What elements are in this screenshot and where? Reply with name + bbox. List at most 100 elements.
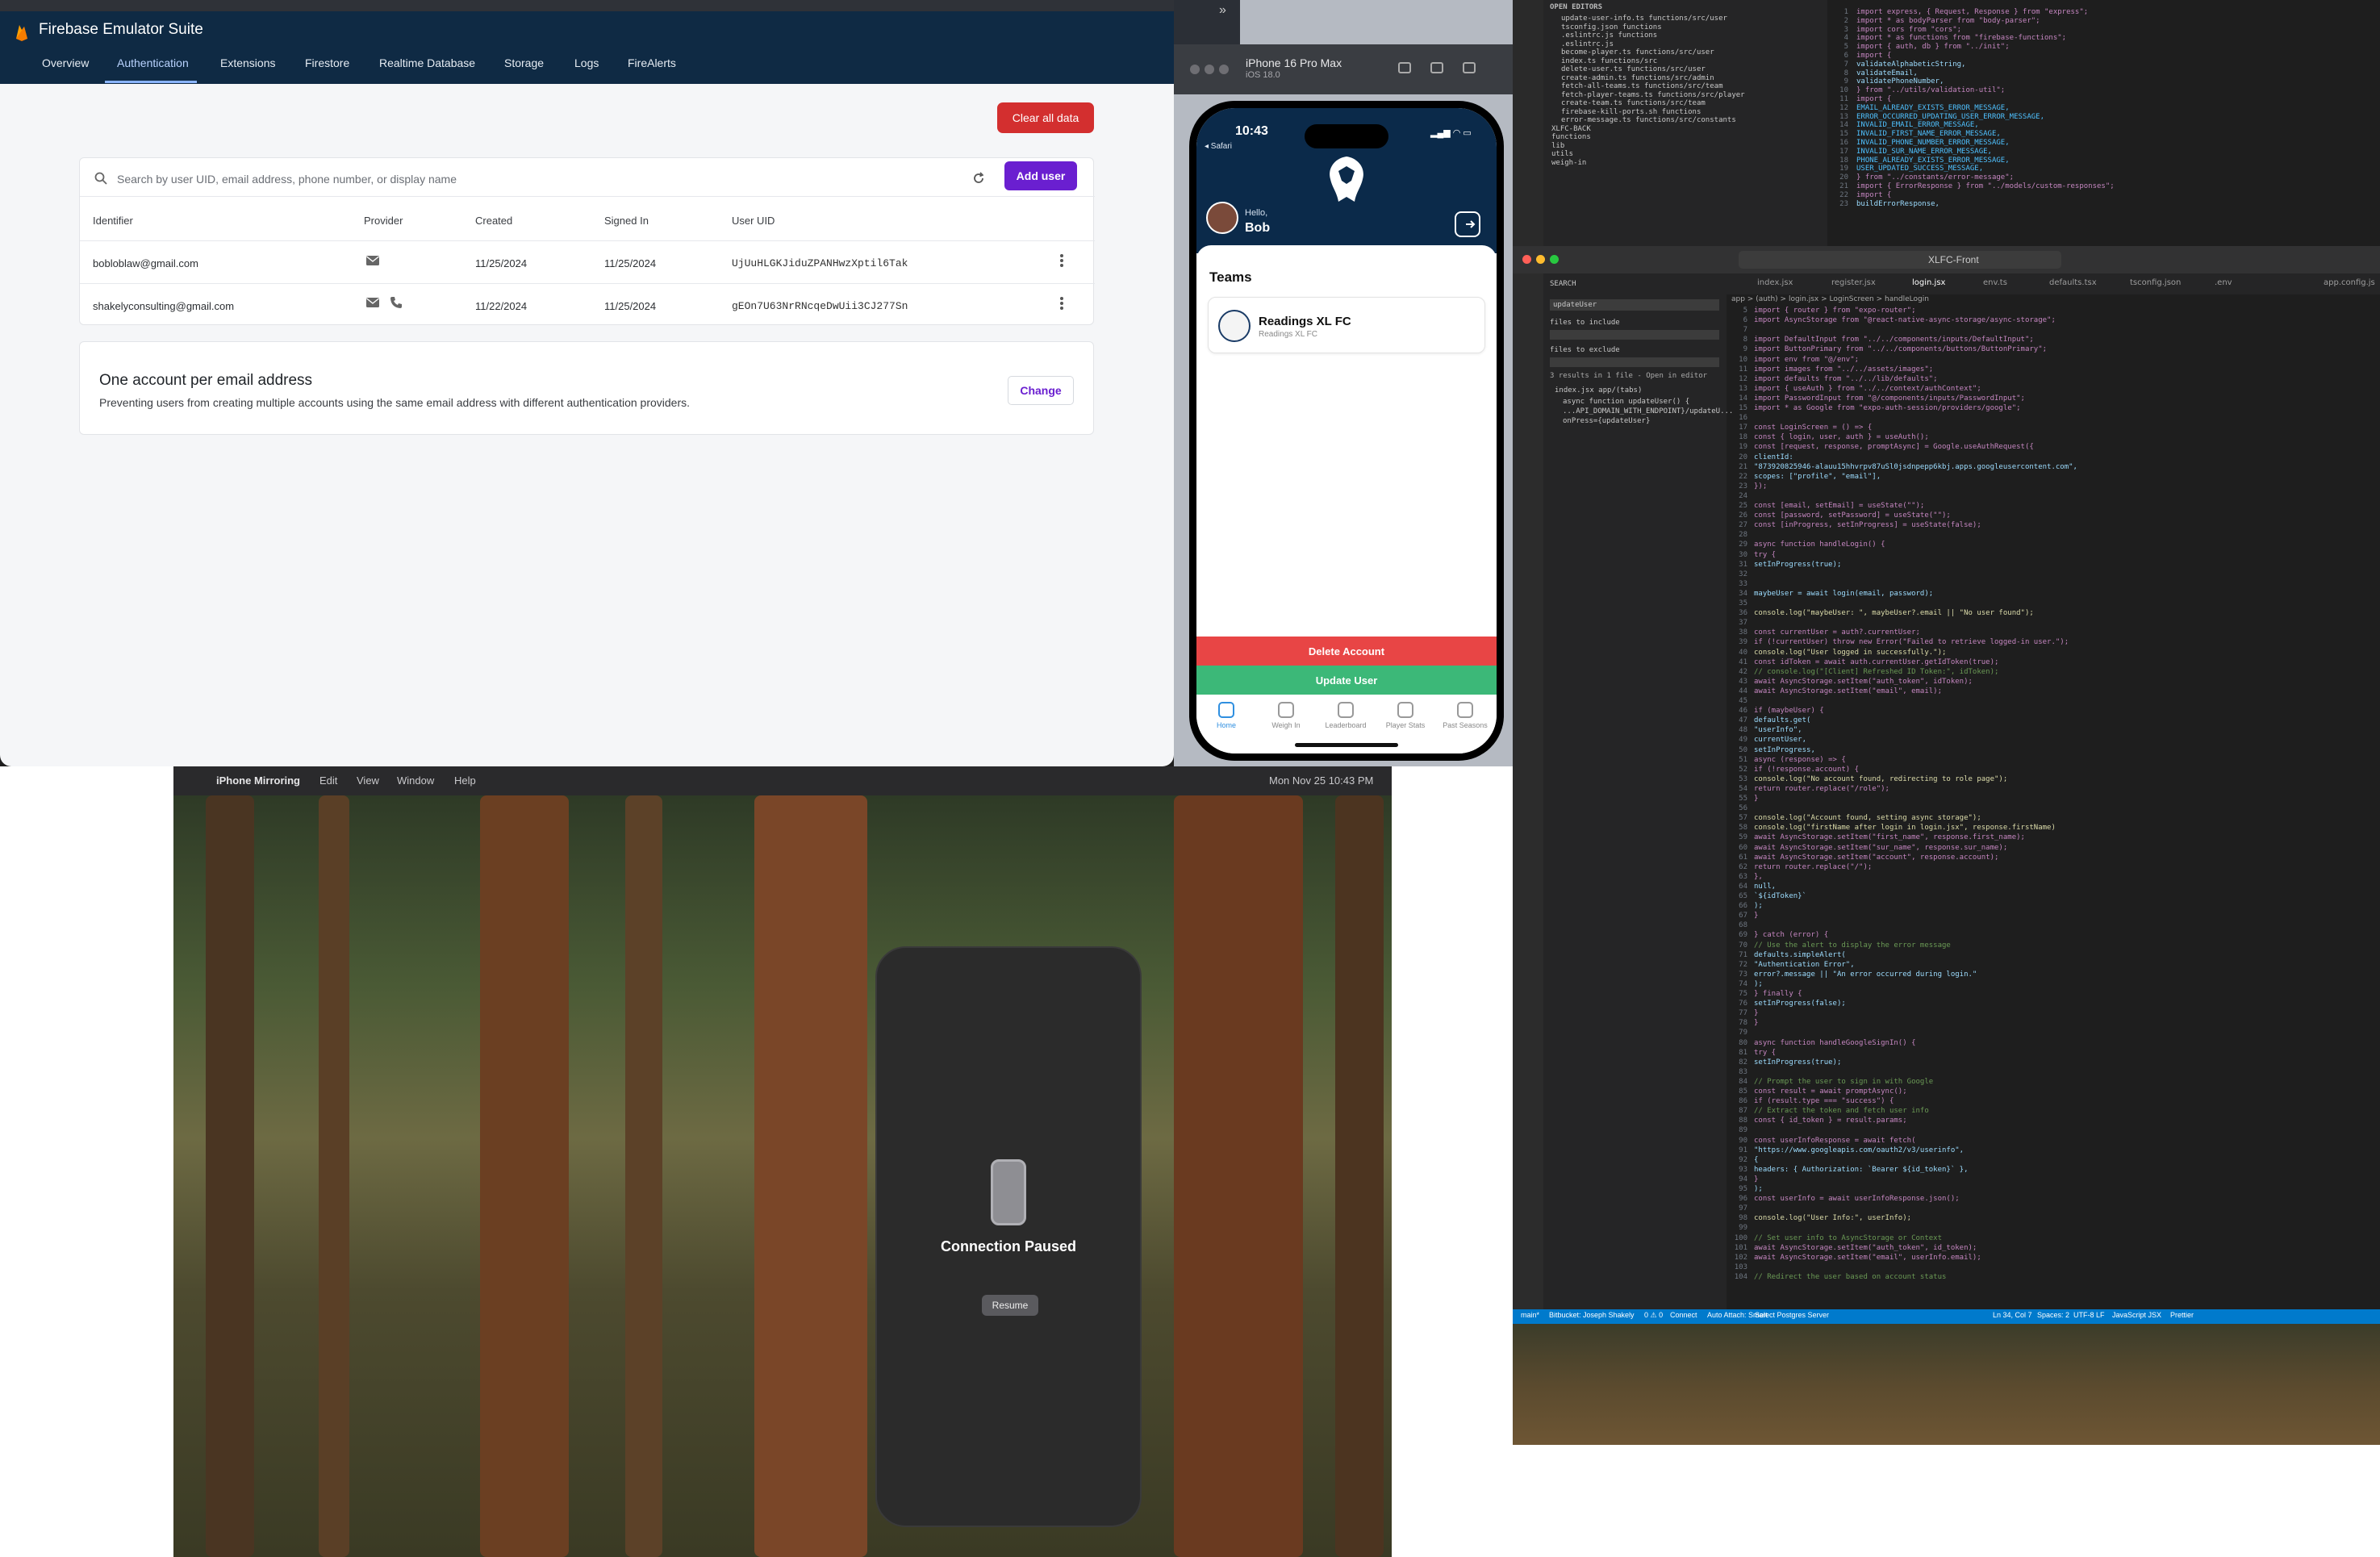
- menu-window[interactable]: Window: [397, 774, 434, 787]
- more-vert-icon[interactable]: [1059, 253, 1064, 269]
- status-item[interactable]: Select Postgres Server: [1755, 1311, 1829, 1319]
- code-editor-main[interactable]: 5 import { router } from "expo-router"; 6 i…: [1727, 307, 2380, 1307]
- back-to-safari-link[interactable]: ◂ Safari: [1205, 142, 1232, 151]
- tab-env-ts[interactable]: env.ts: [1983, 278, 2007, 287]
- explorer-file-item[interactable]: delete-user.ts functions/src/user: [1561, 65, 1706, 73]
- status-item[interactable]: Connect: [1670, 1311, 1697, 1319]
- line-number: 30: [1739, 550, 1747, 559]
- tab-realtime-database[interactable]: Realtime Database: [379, 56, 475, 69]
- status-item[interactable]: JavaScript JSX: [2112, 1311, 2161, 1319]
- files-include-input[interactable]: [1550, 330, 1719, 340]
- line-number: 77: [1739, 1009, 1747, 1018]
- line-number: 3: [1843, 25, 1848, 34]
- explorer-file-item[interactable]: utils: [1551, 150, 1573, 158]
- team-card[interactable]: Readings XL FC Readings XL FC: [1208, 297, 1485, 353]
- status-item[interactable]: UTF-8: [2073, 1311, 2094, 1319]
- tab-firestore[interactable]: Firestore: [305, 56, 349, 69]
- search-result-2[interactable]: ...API_DOMAIN_WITH_ENDPOINT}/updateU...: [1563, 407, 1733, 415]
- menu-help[interactable]: Help: [454, 774, 476, 787]
- close-window-icon[interactable]: [1190, 65, 1200, 74]
- explorer-file-item[interactable]: error-message.ts functions/src/constants: [1561, 116, 1736, 124]
- explorer-file-item[interactable]: become-player.ts functions/src/user: [1561, 48, 1714, 56]
- tab-firealerts[interactable]: FireAlerts: [628, 56, 676, 69]
- breadcrumb[interactable]: app > (auth) > login.jsx > LoginScreen >…: [1731, 295, 1929, 303]
- minimize-window-icon[interactable]: [1205, 65, 1214, 74]
- tab-register-jsx[interactable]: register.jsx: [1831, 278, 1876, 287]
- explorer-file-item[interactable]: update-user-info.ts functions/src/user: [1561, 15, 1727, 23]
- tab-overview[interactable]: Overview: [42, 56, 89, 69]
- line-number: 54: [1739, 784, 1747, 793]
- tab-logs[interactable]: Logs: [574, 56, 599, 69]
- chevron-right-icon[interactable]: »: [1219, 3, 1226, 18]
- nav-weigh-in[interactable]: Weigh In: [1256, 697, 1316, 729]
- refresh-icon[interactable]: [972, 172, 985, 185]
- tab-defaults-tsx[interactable]: defaults.tsx: [2049, 278, 2097, 287]
- search-result-3[interactable]: onPress={updateUser}: [1563, 417, 1650, 425]
- explorer-file-item[interactable]: lib: [1551, 142, 1564, 150]
- explorer-file-item[interactable]: .eslintrc.js: [1561, 40, 1614, 48]
- rotate-icon[interactable]: [1463, 62, 1476, 73]
- tab-env[interactable]: .env: [2215, 278, 2232, 287]
- user-name: Bob: [1245, 221, 1271, 235]
- avatar[interactable]: [1206, 202, 1238, 234]
- more-vert-icon[interactable]: [1059, 295, 1064, 311]
- tab-authentication[interactable]: Authentication: [117, 56, 189, 69]
- code-line: {: [1754, 1155, 1759, 1164]
- explorer-file-item[interactable]: weigh-in: [1551, 159, 1586, 167]
- tab-login-jsx[interactable]: login.jsx: [1912, 278, 1945, 287]
- tab-app-config[interactable]: app.config.js: [2324, 278, 2375, 287]
- status-item[interactable]: Bitbucket: Joseph Shakely: [1549, 1311, 1635, 1319]
- status-item[interactable]: Prettier: [2170, 1311, 2194, 1319]
- explorer-file-item[interactable]: XLFC-BACK: [1551, 125, 1591, 133]
- status-item[interactable]: main*: [1521, 1311, 1539, 1319]
- user-search-input[interactable]: [117, 165, 972, 193]
- zoom-window-icon[interactable]: [1550, 255, 1559, 264]
- tab-index-jsx[interactable]: index.jsx: [1757, 278, 1793, 287]
- nav-player-stats[interactable]: Player Stats: [1376, 697, 1435, 729]
- change-button[interactable]: Change: [1008, 376, 1074, 405]
- status-item[interactable]: Ln 34, Col 7: [1993, 1311, 2032, 1319]
- zoom-window-icon[interactable]: [1219, 65, 1229, 74]
- delete-account-button[interactable]: Delete Account: [1196, 637, 1497, 666]
- explorer-file-item[interactable]: fetch-all-teams.ts functions/src/team: [1561, 82, 1722, 90]
- minimize-window-icon[interactable]: [1536, 255, 1545, 264]
- result-file[interactable]: index.jsx app/(tabs): [1555, 386, 1642, 394]
- menu-view[interactable]: View: [357, 774, 379, 787]
- tab-extensions[interactable]: Extensions: [220, 56, 275, 69]
- clear-all-data-button[interactable]: Clear all data: [997, 102, 1094, 133]
- code-editor-top[interactable]: 1 import express, { Request, Response } f…: [1827, 0, 2380, 246]
- status-item[interactable]: 0 ⚠ 0: [1644, 1311, 1663, 1320]
- nav-past-seasons[interactable]: Past Seasons: [1435, 697, 1495, 729]
- resume-button[interactable]: Resume: [982, 1295, 1038, 1316]
- line-number: 65: [1739, 892, 1747, 900]
- explorer-file-item[interactable]: firebase-kill-ports.sh functions: [1561, 108, 1701, 116]
- menu-app-name[interactable]: iPhone Mirroring: [216, 774, 300, 787]
- code-line: defaults.simpleAlert(: [1754, 950, 1846, 959]
- explorer-file-item[interactable]: tsconfig.json functions: [1561, 23, 1662, 31]
- nav-leaderboard[interactable]: Leaderboard: [1316, 697, 1376, 729]
- created-cell: 11/25/2024: [475, 257, 528, 269]
- command-center[interactable]: [1739, 251, 2061, 269]
- explorer-file-item[interactable]: .eslintrc.js functions: [1561, 31, 1657, 40]
- explorer-file-item[interactable]: index.ts functions/src: [1561, 57, 1657, 65]
- search-result-1[interactable]: async function updateUser() {: [1563, 398, 1689, 406]
- line-number: 9: [1843, 77, 1848, 86]
- close-window-icon[interactable]: [1522, 255, 1531, 264]
- status-item[interactable]: Spaces: 2: [2037, 1311, 2069, 1319]
- nav-home[interactable]: Home: [1196, 697, 1256, 729]
- screenshot-icon[interactable]: [1430, 62, 1443, 73]
- code-line: await AsyncStorage.setItem("sur_name", r…: [1754, 843, 2008, 852]
- explorer-file-item[interactable]: functions: [1551, 133, 1591, 141]
- explorer-file-item[interactable]: fetch-player-teams.ts functions/src/play…: [1561, 91, 1745, 99]
- update-user-button[interactable]: Update User: [1196, 666, 1497, 695]
- explorer-file-item[interactable]: create-team.ts functions/src/team: [1561, 99, 1706, 107]
- tab-tsconfig-json[interactable]: tsconfig.json: [2130, 278, 2181, 287]
- home-button-icon[interactable]: [1398, 62, 1411, 73]
- files-exclude-input[interactable]: [1550, 357, 1719, 367]
- menu-edit[interactable]: Edit: [319, 774, 337, 787]
- explorer-file-item[interactable]: create-admin.ts functions/src/admin: [1561, 74, 1714, 82]
- status-item[interactable]: LF: [2096, 1311, 2105, 1319]
- tab-storage[interactable]: Storage: [504, 56, 544, 69]
- add-user-button[interactable]: Add user: [1004, 161, 1077, 190]
- logout-icon[interactable]: [1455, 211, 1480, 237]
